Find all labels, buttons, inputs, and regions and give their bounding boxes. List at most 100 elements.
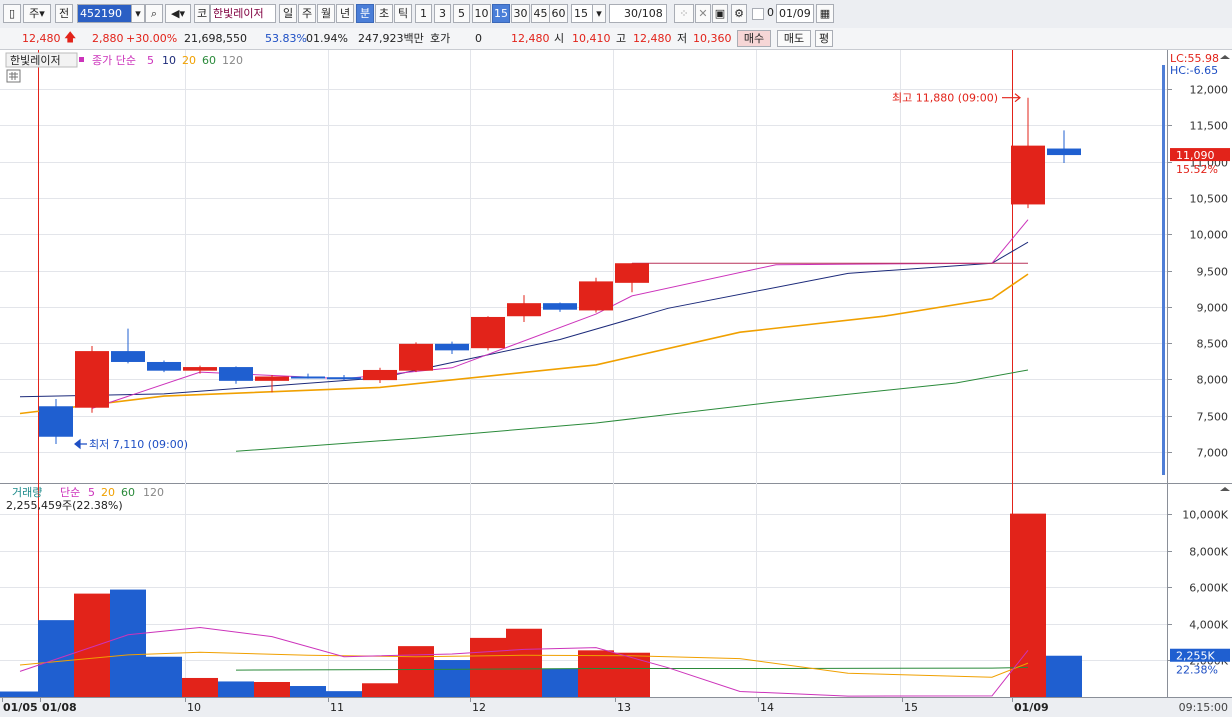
speaker-icon[interactable]: ◀▾ bbox=[165, 4, 191, 23]
interval-60-button[interactable]: 60 bbox=[549, 4, 568, 23]
time-label: 14 bbox=[760, 701, 774, 714]
vol-y-tick-label: 6,000K bbox=[1189, 582, 1228, 595]
y-tick-label: 8,500 bbox=[1197, 338, 1229, 351]
volume-title: 거래량 bbox=[12, 486, 42, 499]
price-scroll-indicator[interactable] bbox=[1162, 65, 1165, 475]
period-minute-button[interactable]: 분 bbox=[356, 4, 374, 23]
prev-button[interactable]: 전 bbox=[55, 4, 73, 23]
buy-button[interactable]: 매수 bbox=[737, 30, 771, 47]
vol-ma-60: 60 bbox=[121, 486, 135, 499]
y-tick-label: 7,500 bbox=[1197, 411, 1229, 424]
interval-10-button[interactable]: 10 bbox=[472, 4, 491, 23]
y-tick-label: 8,000 bbox=[1197, 374, 1229, 387]
volume-bar bbox=[362, 683, 398, 697]
time-label: 01/08 bbox=[42, 701, 77, 714]
save-icon[interactable]: ▣ bbox=[712, 4, 728, 23]
period-month-button[interactable]: 월 bbox=[317, 4, 335, 23]
vol-ma-5: 5 bbox=[88, 486, 95, 499]
quote-amount: 247,923백만 bbox=[358, 32, 424, 45]
ma-legend-5: 5 bbox=[147, 54, 154, 67]
period-unit-select[interactable]: 주▾ bbox=[23, 4, 51, 23]
interval-1-button[interactable]: 1 bbox=[415, 4, 432, 23]
ma-legend-title: 종가 단순 bbox=[92, 54, 136, 67]
code-input[interactable]: 452190 bbox=[77, 4, 132, 23]
candle-body bbox=[615, 263, 649, 283]
time-label: 15 bbox=[904, 701, 918, 714]
dots-icon[interactable]: ⁘ bbox=[674, 4, 694, 23]
volume-bar bbox=[506, 628, 542, 697]
calendar-icon[interactable]: ▦ bbox=[816, 4, 834, 23]
volume-bar bbox=[578, 650, 614, 697]
volume-bar bbox=[434, 660, 470, 697]
volume-bar bbox=[470, 637, 506, 697]
current-price-label: 11,090 bbox=[1176, 149, 1215, 162]
hc-text: HC:-6.65 bbox=[1170, 64, 1218, 77]
candle-body bbox=[111, 351, 145, 362]
interval-3-button[interactable]: 3 bbox=[434, 4, 451, 23]
vol-y-tick-label: 10,000K bbox=[1182, 509, 1228, 522]
vol-ma-20: 20 bbox=[101, 486, 115, 499]
time-label: 12 bbox=[472, 701, 486, 714]
volume-bar bbox=[146, 656, 182, 697]
average-button[interactable]: 평 bbox=[815, 30, 833, 47]
ma-legend-60: 60 bbox=[202, 54, 216, 67]
volume-bar bbox=[1046, 655, 1082, 697]
open-price: 10,410 bbox=[572, 32, 611, 45]
y-tick-label: 12,000 bbox=[1190, 84, 1229, 97]
candle-body bbox=[39, 406, 73, 437]
quote-turnover: 01.94% bbox=[306, 32, 348, 45]
clock-label: 09:15:00 bbox=[1179, 701, 1228, 714]
quote-volume: 21,698,550 bbox=[184, 32, 247, 45]
candle-body bbox=[219, 367, 253, 381]
code-dropdown-icon[interactable]: ▾ bbox=[131, 4, 145, 23]
vol-ma-120: 120 bbox=[143, 486, 164, 499]
checkbox[interactable] bbox=[752, 8, 764, 20]
time-label: 10 bbox=[187, 701, 201, 714]
crosshair-icon[interactable]: ✕ bbox=[695, 4, 711, 23]
count-field[interactable]: 30/108 bbox=[609, 4, 667, 23]
candle-body bbox=[327, 377, 361, 380]
volume-bar bbox=[290, 686, 326, 697]
hoga-price: 12,480 bbox=[511, 32, 550, 45]
candle-body bbox=[1011, 145, 1045, 205]
stock-label: 한빛레이저 bbox=[10, 54, 61, 67]
candle-body bbox=[471, 316, 505, 349]
low-annotation: 최저 7,110 (09:00) bbox=[89, 438, 188, 451]
interval-dropdown-icon[interactable]: ▾ bbox=[592, 4, 606, 23]
time-label: 13 bbox=[617, 701, 631, 714]
interval-45-button[interactable]: 45 bbox=[531, 4, 550, 23]
period-tick-button[interactable]: 틱 bbox=[394, 4, 412, 23]
interval-30-button[interactable]: 30 bbox=[511, 4, 530, 23]
interval-5-button[interactable]: 5 bbox=[453, 4, 470, 23]
volume-bar bbox=[542, 669, 578, 697]
sell-button[interactable]: 매도 bbox=[777, 30, 811, 47]
volume-bar bbox=[0, 691, 38, 697]
stock-name-field[interactable]: 한빛레이저 bbox=[210, 4, 276, 23]
period-day-button[interactable]: 일 bbox=[279, 4, 297, 23]
volume-current-pct: 22.38% bbox=[1176, 664, 1218, 677]
layout-icon[interactable]: ▯ bbox=[3, 4, 21, 23]
stock-chart[interactable]: 최고 11,880 (09:00) 최저 7,110 (09:00) 12,000… bbox=[0, 50, 1232, 717]
table-icon[interactable] bbox=[6, 69, 21, 83]
time-label: 11 bbox=[330, 701, 344, 714]
volume-bar bbox=[38, 620, 74, 697]
time-label: 01/09 bbox=[1014, 701, 1049, 714]
volume-bar bbox=[182, 677, 218, 697]
quote-change-pct: +30.00% bbox=[126, 32, 178, 45]
candle-body bbox=[363, 369, 397, 381]
interval-15-button[interactable]: 15 bbox=[492, 4, 510, 23]
y-tick-label: 11,500 bbox=[1190, 120, 1229, 133]
candle-body bbox=[255, 376, 289, 381]
period-unit-label: 주 bbox=[29, 7, 40, 20]
ma-legend-marker bbox=[79, 57, 84, 62]
period-second-button[interactable]: 초 bbox=[375, 4, 393, 23]
interval-input[interactable]: 15 bbox=[571, 4, 593, 23]
search-icon[interactable]: ⌕ bbox=[145, 4, 163, 23]
gear-icon[interactable]: ⚙ bbox=[731, 4, 747, 23]
period-year-button[interactable]: 년 bbox=[336, 4, 354, 23]
y-tick-label: 10,000 bbox=[1190, 229, 1229, 242]
hoga-label: 호가 bbox=[430, 32, 451, 45]
date-field[interactable]: 01/09 bbox=[776, 4, 814, 23]
volume-bar bbox=[1010, 513, 1046, 697]
period-week-button[interactable]: 주 bbox=[298, 4, 316, 23]
